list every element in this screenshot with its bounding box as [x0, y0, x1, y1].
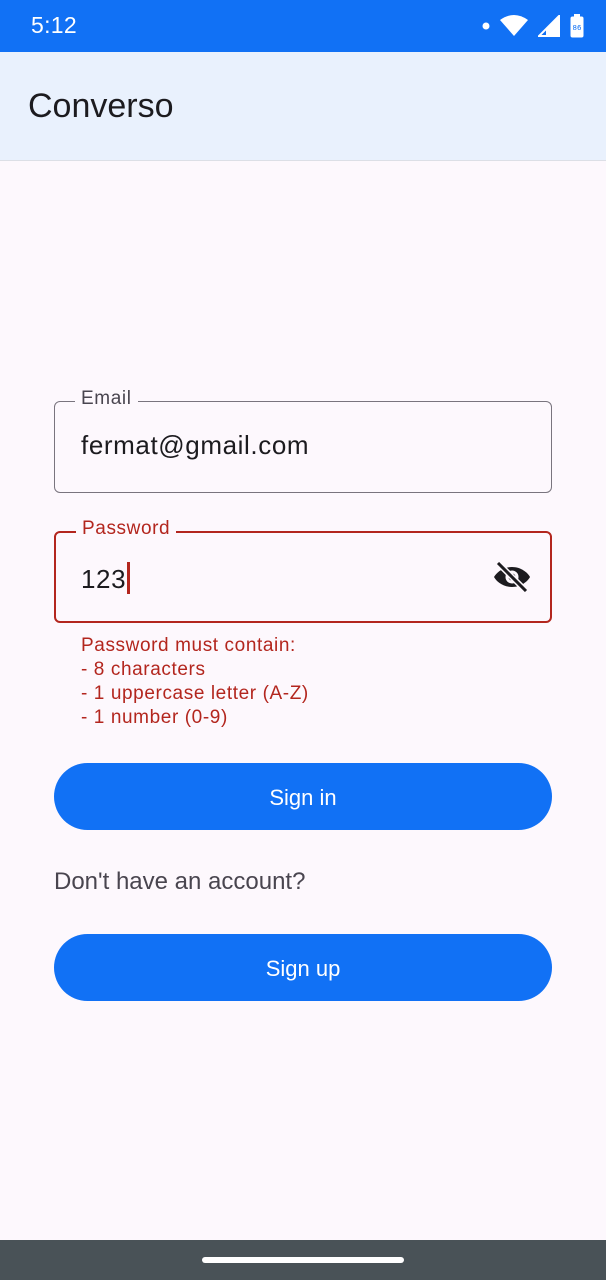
no-account-text: Don't have an account?	[54, 868, 306, 895]
dot-icon	[482, 22, 490, 30]
error-line: - 1 number (0-9)	[81, 707, 228, 728]
sign-in-button[interactable]: Sign in	[54, 763, 552, 830]
status-icons: 86	[482, 12, 584, 40]
password-field[interactable]: Password 123	[54, 518, 552, 623]
sign-up-button[interactable]: Sign up	[54, 934, 552, 1001]
error-line: - 1 uppercase letter (A-Z)	[81, 683, 309, 704]
visibility-toggle-button[interactable]	[492, 557, 532, 597]
password-value: 123	[81, 564, 127, 594]
status-time: 5:12	[31, 12, 77, 38]
password-value-wrap: 123	[81, 562, 131, 595]
password-error-text: Password must contain: - 8 characters - …	[81, 634, 309, 730]
signal-icon	[538, 15, 560, 37]
system-nav-bar	[0, 1240, 606, 1280]
home-gesture-handle[interactable]	[202, 1257, 404, 1263]
text-cursor	[127, 562, 131, 594]
email-value: fermat@gmail.com	[81, 430, 310, 460]
error-line: Password must contain:	[81, 635, 296, 656]
svg-text:86: 86	[573, 24, 582, 32]
app-title: Converso	[28, 87, 174, 125]
app-bar: Converso	[0, 52, 606, 161]
battery-icon: 86	[570, 14, 584, 38]
wifi-icon	[500, 15, 528, 36]
error-line: - 8 characters	[81, 659, 206, 680]
status-bar: 5:12 86	[0, 0, 606, 52]
email-field[interactable]: Email fermat@gmail.com	[54, 388, 552, 493]
password-label: Password	[76, 518, 177, 540]
email-label: Email	[75, 388, 138, 410]
visibility-off-icon	[494, 562, 530, 592]
